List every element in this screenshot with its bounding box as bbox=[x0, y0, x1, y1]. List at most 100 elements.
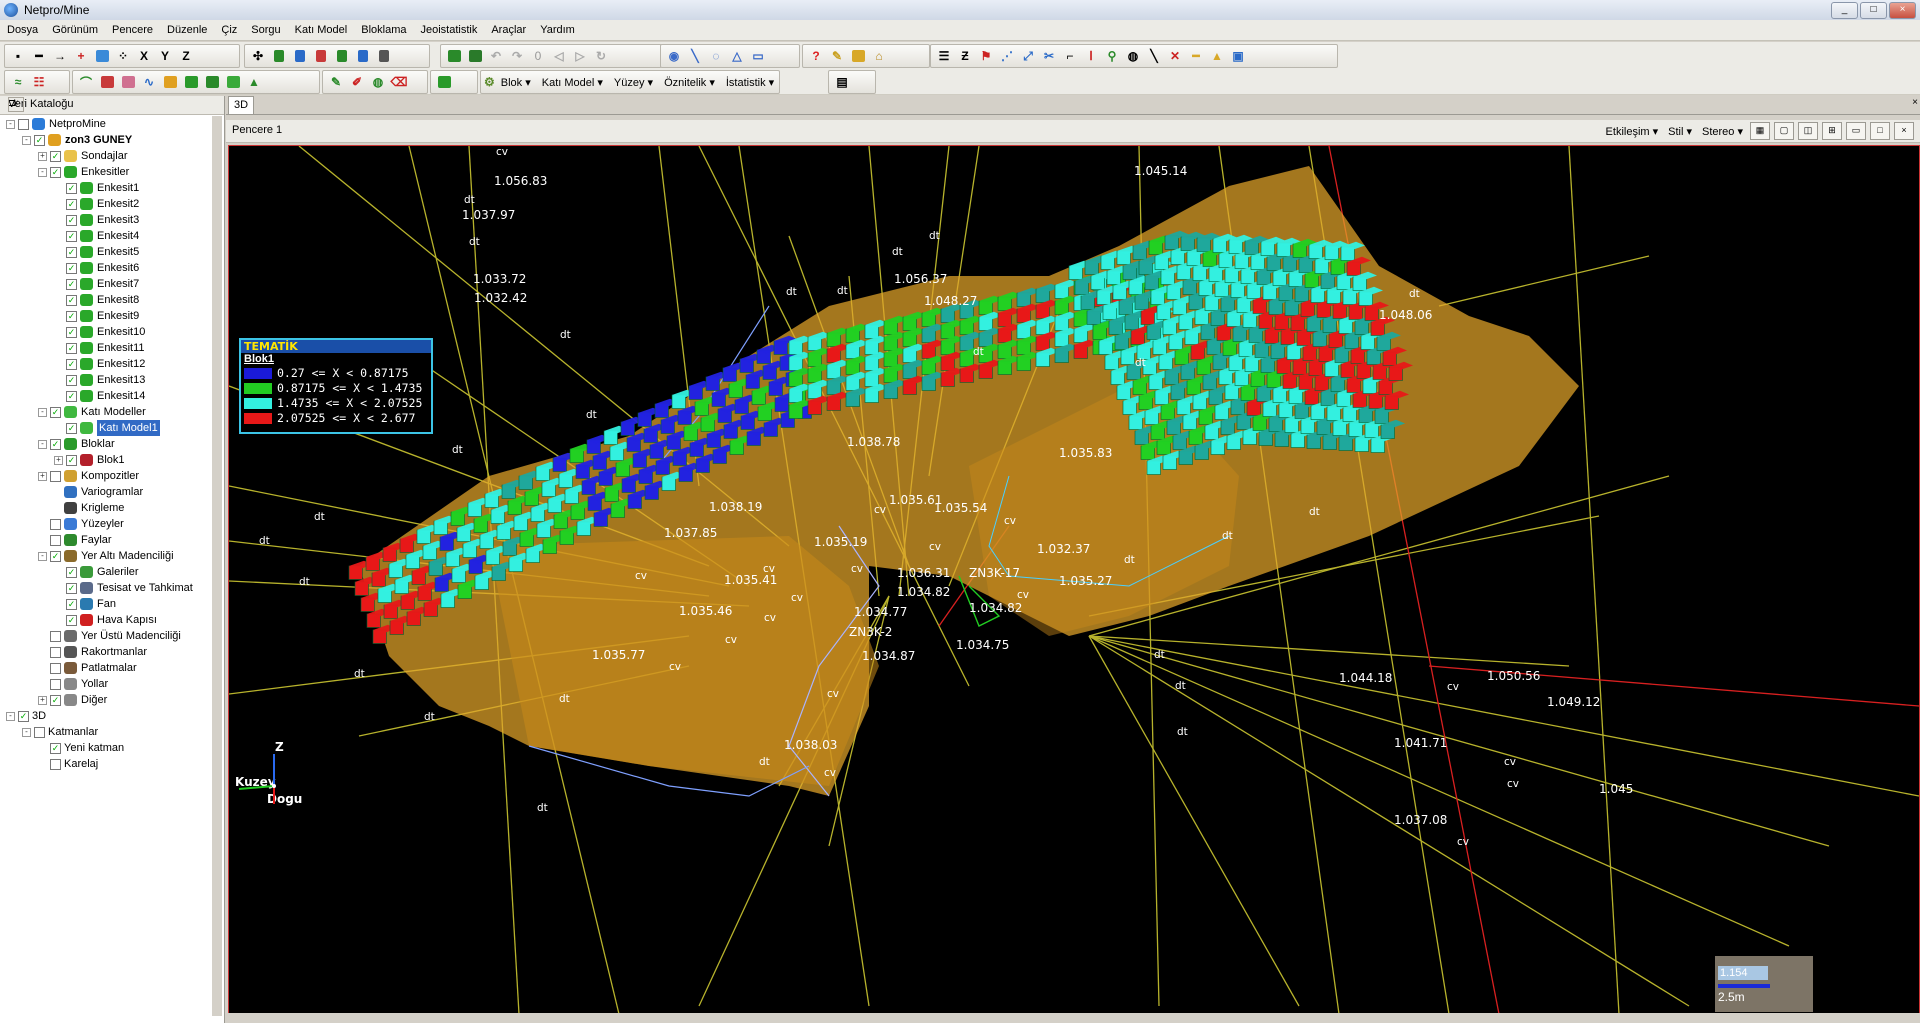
select-tool-icon[interactable] bbox=[92, 47, 112, 65]
triangle-icon[interactable]: △ bbox=[727, 47, 747, 65]
ruler-icon[interactable]: ✎ bbox=[827, 47, 847, 65]
align-icon[interactable]: ☰ bbox=[934, 47, 954, 65]
etkilesim-dropdown[interactable]: Etkileşim ▾ bbox=[1603, 125, 1662, 138]
istatistik-dropdown[interactable]: İstatistik ▾ bbox=[721, 76, 779, 89]
wave-icon[interactable]: ≈ bbox=[8, 73, 28, 91]
tree-item[interactable]: ✓ Fan bbox=[0, 596, 222, 612]
tree-item[interactable]: ✓ Enkesit6 bbox=[0, 260, 222, 276]
visibility-checkbox[interactable]: ✓ bbox=[66, 423, 77, 434]
add-point-icon[interactable]: + bbox=[71, 47, 91, 65]
line-draw-icon[interactable]: ╲ bbox=[685, 47, 705, 65]
visibility-checkbox[interactable]: ✓ bbox=[50, 695, 61, 706]
menu-yardim[interactable]: Yardım bbox=[533, 24, 582, 36]
expand-icon[interactable]: + bbox=[54, 456, 63, 465]
catalog-close-button[interactable]: × bbox=[8, 97, 24, 112]
layout-split-icon[interactable]: ◫ bbox=[1798, 122, 1818, 140]
tree-item[interactable]: ✓ Enkesit13 bbox=[0, 372, 222, 388]
tree-item[interactable]: - Katmanlar bbox=[0, 724, 222, 740]
visibility-checkbox[interactable] bbox=[50, 471, 61, 482]
tree-item[interactable]: Rakortmanlar bbox=[0, 644, 222, 660]
menu-bloklama[interactable]: Bloklama bbox=[354, 24, 413, 36]
tree-item[interactable]: Variogramlar bbox=[0, 484, 222, 500]
eraser-icon[interactable]: ⌫ bbox=[389, 73, 409, 91]
chart-bars6-icon[interactable] bbox=[374, 47, 394, 65]
collapse-icon[interactable]: - bbox=[6, 712, 15, 721]
visibility-checkbox[interactable]: ✓ bbox=[66, 343, 77, 354]
visibility-checkbox[interactable]: ✓ bbox=[50, 151, 61, 162]
vertical-cut-icon[interactable]: Ⅰ bbox=[1081, 47, 1101, 65]
visibility-checkbox[interactable] bbox=[50, 663, 61, 674]
visibility-checkbox[interactable] bbox=[18, 119, 29, 130]
view-maximize-icon[interactable]: □ bbox=[1870, 122, 1890, 140]
chart-bars4-icon[interactable] bbox=[332, 47, 352, 65]
help-icon[interactable]: ? bbox=[806, 47, 826, 65]
pen-icon[interactable]: ✎ bbox=[326, 73, 346, 91]
visibility-checkbox[interactable]: ✓ bbox=[66, 567, 77, 578]
visibility-checkbox[interactable]: ✓ bbox=[66, 247, 77, 258]
tree-item[interactable]: ✓ Enkesit4 bbox=[0, 228, 222, 244]
tree-item[interactable]: - ✓ Yer Altı Madenciliği bbox=[0, 548, 222, 564]
node-icon[interactable]: ◉ bbox=[664, 47, 684, 65]
undo-icon[interactable]: ↶ bbox=[486, 47, 506, 65]
tree-item[interactable]: - ✓ zon3 GUNEY bbox=[0, 132, 222, 148]
x-mark-icon[interactable]: ✕ bbox=[1165, 47, 1185, 65]
tree-item[interactable]: ✓ Enkesit7 bbox=[0, 276, 222, 292]
pin-icon[interactable]: ⊐ bbox=[8, 98, 198, 109]
visibility-checkbox[interactable]: ✓ bbox=[66, 615, 77, 626]
list-icon[interactable]: ☷ bbox=[29, 73, 49, 91]
y-axis-button[interactable]: Y bbox=[155, 47, 175, 65]
cross-move-icon[interactable]: ✣ bbox=[248, 47, 268, 65]
visibility-checkbox[interactable]: ✓ bbox=[66, 455, 77, 466]
collapse-icon[interactable]: - bbox=[38, 440, 47, 449]
stereo-dropdown[interactable]: Stereo ▾ bbox=[1699, 125, 1746, 138]
diagonal-icon[interactable]: ╲ bbox=[1144, 47, 1164, 65]
collapse-icon[interactable]: - bbox=[22, 728, 31, 737]
model-green3-icon[interactable] bbox=[223, 73, 243, 91]
view-close-icon[interactable]: × bbox=[1894, 122, 1914, 140]
kati-model-dropdown[interactable]: Katı Model ▾ bbox=[537, 76, 608, 89]
arc-icon[interactable]: ⌒ bbox=[76, 73, 96, 91]
tree-item[interactable]: - NetproMine bbox=[0, 116, 222, 132]
model-wave-icon[interactable]: ∿ bbox=[139, 73, 159, 91]
bracket-icon[interactable]: ⌐ bbox=[1060, 47, 1080, 65]
maximize-button[interactable]: □ bbox=[1860, 2, 1887, 19]
z-sort-icon[interactable]: Ƶ bbox=[955, 47, 975, 65]
flag-icon[interactable]: ⚑ bbox=[976, 47, 996, 65]
expand-icon[interactable]: + bbox=[38, 152, 47, 161]
tree-item[interactable]: ✓ Enkesit12 bbox=[0, 356, 222, 372]
visibility-checkbox[interactable]: ✓ bbox=[66, 215, 77, 226]
collapse-icon[interactable]: - bbox=[38, 552, 47, 561]
tree-item[interactable]: Faylar bbox=[0, 532, 222, 548]
frame-icon[interactable]: ▣ bbox=[1228, 47, 1248, 65]
scissors-icon[interactable]: ✂ bbox=[1039, 47, 1059, 65]
tree-item[interactable]: + ✓ Blok1 bbox=[0, 452, 222, 468]
visibility-checkbox[interactable]: ✓ bbox=[66, 183, 77, 194]
brush-icon[interactable]: ✐ bbox=[347, 73, 367, 91]
tree-item[interactable]: - ✓ Bloklar bbox=[0, 436, 222, 452]
menu-jeoistatistik[interactable]: Jeoistatistik bbox=[413, 24, 484, 36]
tree-item[interactable]: ✓ Enkesit3 bbox=[0, 212, 222, 228]
tree-item[interactable]: Patlatmalar bbox=[0, 660, 222, 676]
tree-item[interactable]: ✓ Katı Model1 bbox=[0, 420, 222, 436]
tab-close-icon[interactable]: × bbox=[1912, 97, 1918, 108]
visibility-checkbox[interactable]: ✓ bbox=[50, 743, 61, 754]
tree-item[interactable]: ✓ Enkesit1 bbox=[0, 180, 222, 196]
model-red-icon[interactable] bbox=[97, 73, 117, 91]
visibility-checkbox[interactable]: ✓ bbox=[50, 551, 61, 562]
oznitelik-dropdown[interactable]: Öznitelik ▾ bbox=[659, 76, 720, 89]
chart-bars-icon[interactable] bbox=[269, 47, 289, 65]
tree-item[interactable]: ✓ Hava Kapısı bbox=[0, 612, 222, 628]
chart-bars3-icon[interactable] bbox=[311, 47, 331, 65]
menu-gorunum[interactable]: Görünüm bbox=[45, 24, 105, 36]
minimize-button[interactable]: _ bbox=[1831, 2, 1858, 19]
expand-icon[interactable]: + bbox=[38, 472, 47, 481]
3d-viewport[interactable]: TEMATİK Blok1 0.27 <= X < 0.87175 0.8717… bbox=[228, 145, 1920, 1015]
dash-node-icon[interactable]: ━ bbox=[1186, 47, 1206, 65]
tree-item[interactable]: - ✓ 3D bbox=[0, 708, 222, 724]
bulb-icon[interactable]: ◍ bbox=[1123, 47, 1143, 65]
globe-tool-icon[interactable]: ◍ bbox=[368, 73, 388, 91]
tree-item[interactable]: ✓ Enkesit14 bbox=[0, 388, 222, 404]
visibility-checkbox[interactable]: ✓ bbox=[66, 599, 77, 610]
chart-bars2-icon[interactable] bbox=[290, 47, 310, 65]
z-axis-button[interactable]: Z bbox=[176, 47, 196, 65]
